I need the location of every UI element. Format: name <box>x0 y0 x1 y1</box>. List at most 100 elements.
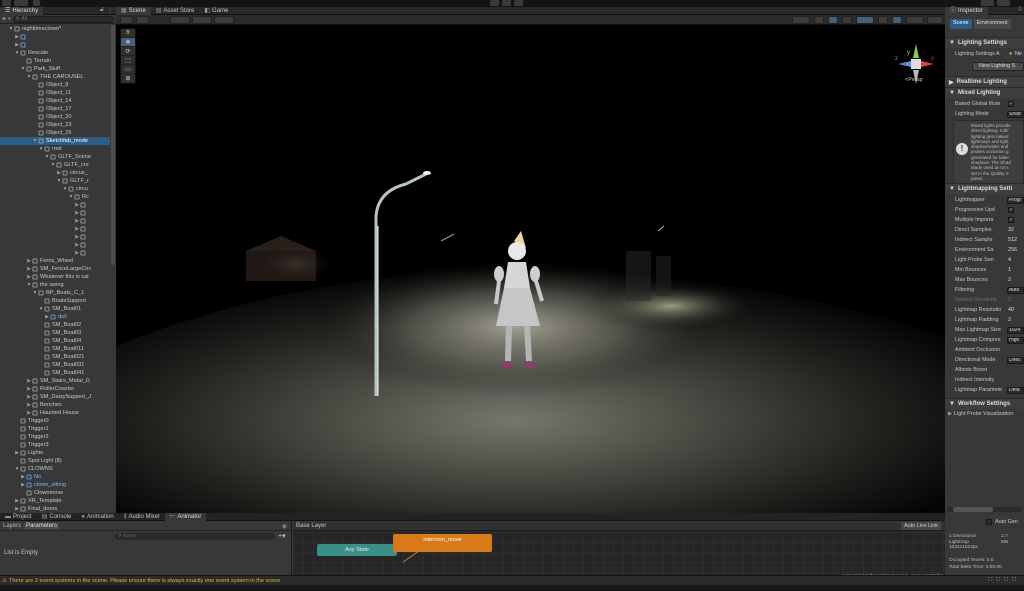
collab-button[interactable] <box>33 0 40 6</box>
light-probe-visualization-row[interactable]: ▶ Light Probe Visualization <box>945 409 1024 419</box>
hierarchy-item[interactable]: ▼ GLTF_cre <box>0 161 110 169</box>
hierarchy-item[interactable]: ▼ CLOWNS <box>0 465 110 473</box>
lighting-toggle[interactable] <box>828 16 838 24</box>
transition-arrow[interactable] <box>402 550 420 563</box>
hierarchy-item[interactable]: Clownmove <box>0 489 110 497</box>
hierarchy-item[interactable]: ▶ <box>0 33 110 41</box>
hierarchy-item[interactable]: ▼ circu <box>0 185 110 193</box>
lightmapping-value[interactable]: 2 <box>1008 277 1011 283</box>
tab-game[interactable]: ◧ Game <box>199 7 233 15</box>
chevron-right-icon[interactable]: ▶ <box>26 257 32 265</box>
parameter-search-input[interactable]: ⚲ Name <box>115 533 275 540</box>
lightmapping-value[interactable]: 32 <box>1008 227 1014 233</box>
hierarchy-item[interactable]: Object_17 <box>0 105 110 113</box>
chevron-down-icon[interactable]: ▼ <box>26 73 32 81</box>
move-tool-icon[interactable]: ✥ <box>121 38 135 47</box>
tab-layers[interactable]: Layers <box>3 523 21 529</box>
hierarchy-item[interactable]: ▶ No <box>0 473 110 481</box>
hierarchy-item[interactable]: ▼ Sketchfab_mode <box>0 137 110 145</box>
subtab-environment[interactable]: Environment <box>973 19 1011 29</box>
chevron-right-icon[interactable]: ▶ <box>26 265 32 273</box>
hierarchy-item[interactable]: Trigger1 <box>0 425 110 433</box>
chevron-right-icon[interactable]: ▶ <box>56 169 62 177</box>
perspective-label[interactable]: <Persp <box>905 77 923 83</box>
hierarchy-item[interactable]: Trigger3 <box>0 441 110 449</box>
lightmapping-value[interactable]: ✓ <box>1008 217 1014 223</box>
any-state-node[interactable]: Any State <box>317 544 397 556</box>
hidden-objects-toggle[interactable] <box>878 16 888 24</box>
hierarchy-item[interactable]: ▼ GLTF_r <box>0 177 110 185</box>
hand-tool-icon[interactable]: ✋︎ <box>121 29 135 38</box>
account-button[interactable] <box>2 0 11 6</box>
step-button[interactable] <box>514 0 523 6</box>
hierarchy-search-input[interactable]: ⚲ All <box>12 15 114 23</box>
chevron-right-icon[interactable]: ▶ <box>14 41 20 49</box>
play-button[interactable] <box>490 0 499 6</box>
chevron-down-icon[interactable]: ▾ <box>8 16 11 22</box>
chevron-down-icon[interactable]: ▼ <box>20 65 26 73</box>
lightmapping-value[interactable]: 1024 <box>1007 326 1024 334</box>
lightmapping-value[interactable]: 2 <box>1008 317 1011 323</box>
chevron-right-icon[interactable]: ▶ <box>74 209 80 217</box>
base-layer-breadcrumb[interactable]: Base Layer <box>296 523 326 529</box>
hierarchy-item[interactable]: ▼ BP_Boats_C_1 <box>0 289 110 297</box>
chevron-down-icon[interactable]: ▼ <box>26 281 32 289</box>
pivot-dropdown[interactable] <box>136 16 149 24</box>
hierarchy-item[interactable]: Object_8 <box>0 81 110 89</box>
lightmapping-value[interactable]: 2 <box>1008 297 1011 303</box>
2d-toggle[interactable] <box>814 16 824 24</box>
hierarchy-item[interactable]: ▼ THE CAROUSEL <box>0 73 110 81</box>
hierarchy-item[interactable]: SM_Boat03 <box>0 329 110 337</box>
chevron-down-icon[interactable]: ▼ <box>14 49 20 57</box>
hierarchy-item[interactable]: ▶ Ferris_Wheel <box>0 257 110 265</box>
rotate-tool-icon[interactable]: ⟳ <box>121 47 135 56</box>
tab-asset-store[interactable]: ▤ Asset Store <box>151 7 200 15</box>
lightmapping-value[interactable]: 4 <box>1008 257 1011 263</box>
chevron-right-icon[interactable]: ▶ <box>74 217 80 225</box>
global-toggle[interactable] <box>170 16 190 24</box>
grid-snap-button[interactable] <box>192 16 212 24</box>
tab-animator[interactable]: ⊢ Animator <box>165 512 207 521</box>
hierarchy-item[interactable]: Terrain <box>0 57 110 65</box>
chevron-right-icon[interactable]: ▶ <box>14 449 20 457</box>
hierarchy-item[interactable]: Object_26 <box>0 129 110 137</box>
lightmapping-value[interactable]: Direc <box>1007 356 1024 364</box>
auto-live-link-button[interactable]: Auto Live Link <box>901 522 941 530</box>
hierarchy-item[interactable]: ▼ Rc <box>0 193 110 201</box>
hierarchy-item[interactable]: ▶ XR_Template <box>0 497 110 505</box>
hierarchy-item[interactable]: Object_11 <box>0 89 110 97</box>
gizmos-dropdown[interactable] <box>927 16 943 24</box>
chevron-down-icon[interactable]: ▼ <box>62 185 68 193</box>
chevron-down-icon[interactable]: ▼ <box>68 193 74 201</box>
lightbulb-icon[interactable]: 💡︎ <box>1018 7 1022 14</box>
new-lighting-settings-button[interactable]: New Lighting S <box>972 62 1024 71</box>
chevron-down-icon[interactable]: ▼ <box>8 25 14 33</box>
hierarchy-item[interactable]: ▶ Whatever this is cal <box>0 273 110 281</box>
hierarchy-item[interactable]: ▶ doll <box>0 313 110 321</box>
chevron-right-icon[interactable]: ▶ <box>74 241 80 249</box>
chevron-right-icon[interactable]: ▶ <box>14 33 20 41</box>
hierarchy-item[interactable]: SM_Boat011 <box>0 345 110 353</box>
hierarchy-item[interactable]: ▶ <box>0 249 110 257</box>
workflow-settings-header[interactable]: ▼ Workflow Settings <box>945 398 1024 409</box>
hierarchy-item[interactable]: SM_Boat041 <box>0 369 110 377</box>
hierarchy-item[interactable]: SM_Boat04 <box>0 337 110 345</box>
hierarchy-item[interactable]: ▶ SM_DaisySupport_J <box>0 393 110 401</box>
lightmapping-value[interactable]: High <box>1007 336 1024 344</box>
tab-scene[interactable]: ▦ Scene <box>116 6 151 15</box>
hierarchy-item[interactable]: ▶ Haunted House <box>0 409 110 417</box>
animator-graph[interactable]: Base Layer Auto Live Link Any State inte… <box>293 522 945 582</box>
hierarchy-item[interactable]: ▼ the swing <box>0 281 110 289</box>
lightmapping-value[interactable]: Defa <box>1007 386 1024 394</box>
hierarchy-item[interactable]: ▶ clown_sitting <box>0 481 110 489</box>
chevron-right-icon[interactable]: ▶ <box>74 249 80 257</box>
add-button[interactable]: + <box>2 16 6 23</box>
hierarchy-item[interactable]: ▶ <box>0 225 110 233</box>
hierarchy-item[interactable]: SM_Boat02 <box>0 321 110 329</box>
chevron-right-icon[interactable]: ▶ <box>26 393 32 401</box>
rect-tool-icon[interactable]: ▭ <box>121 65 135 74</box>
chevron-down-icon[interactable]: ▼ <box>38 145 44 153</box>
hierarchy-item[interactable]: Trigger2 <box>0 433 110 441</box>
chevron-right-icon[interactable]: ▶ <box>44 313 50 321</box>
hierarchy-item[interactable]: Object_23 <box>0 121 110 129</box>
